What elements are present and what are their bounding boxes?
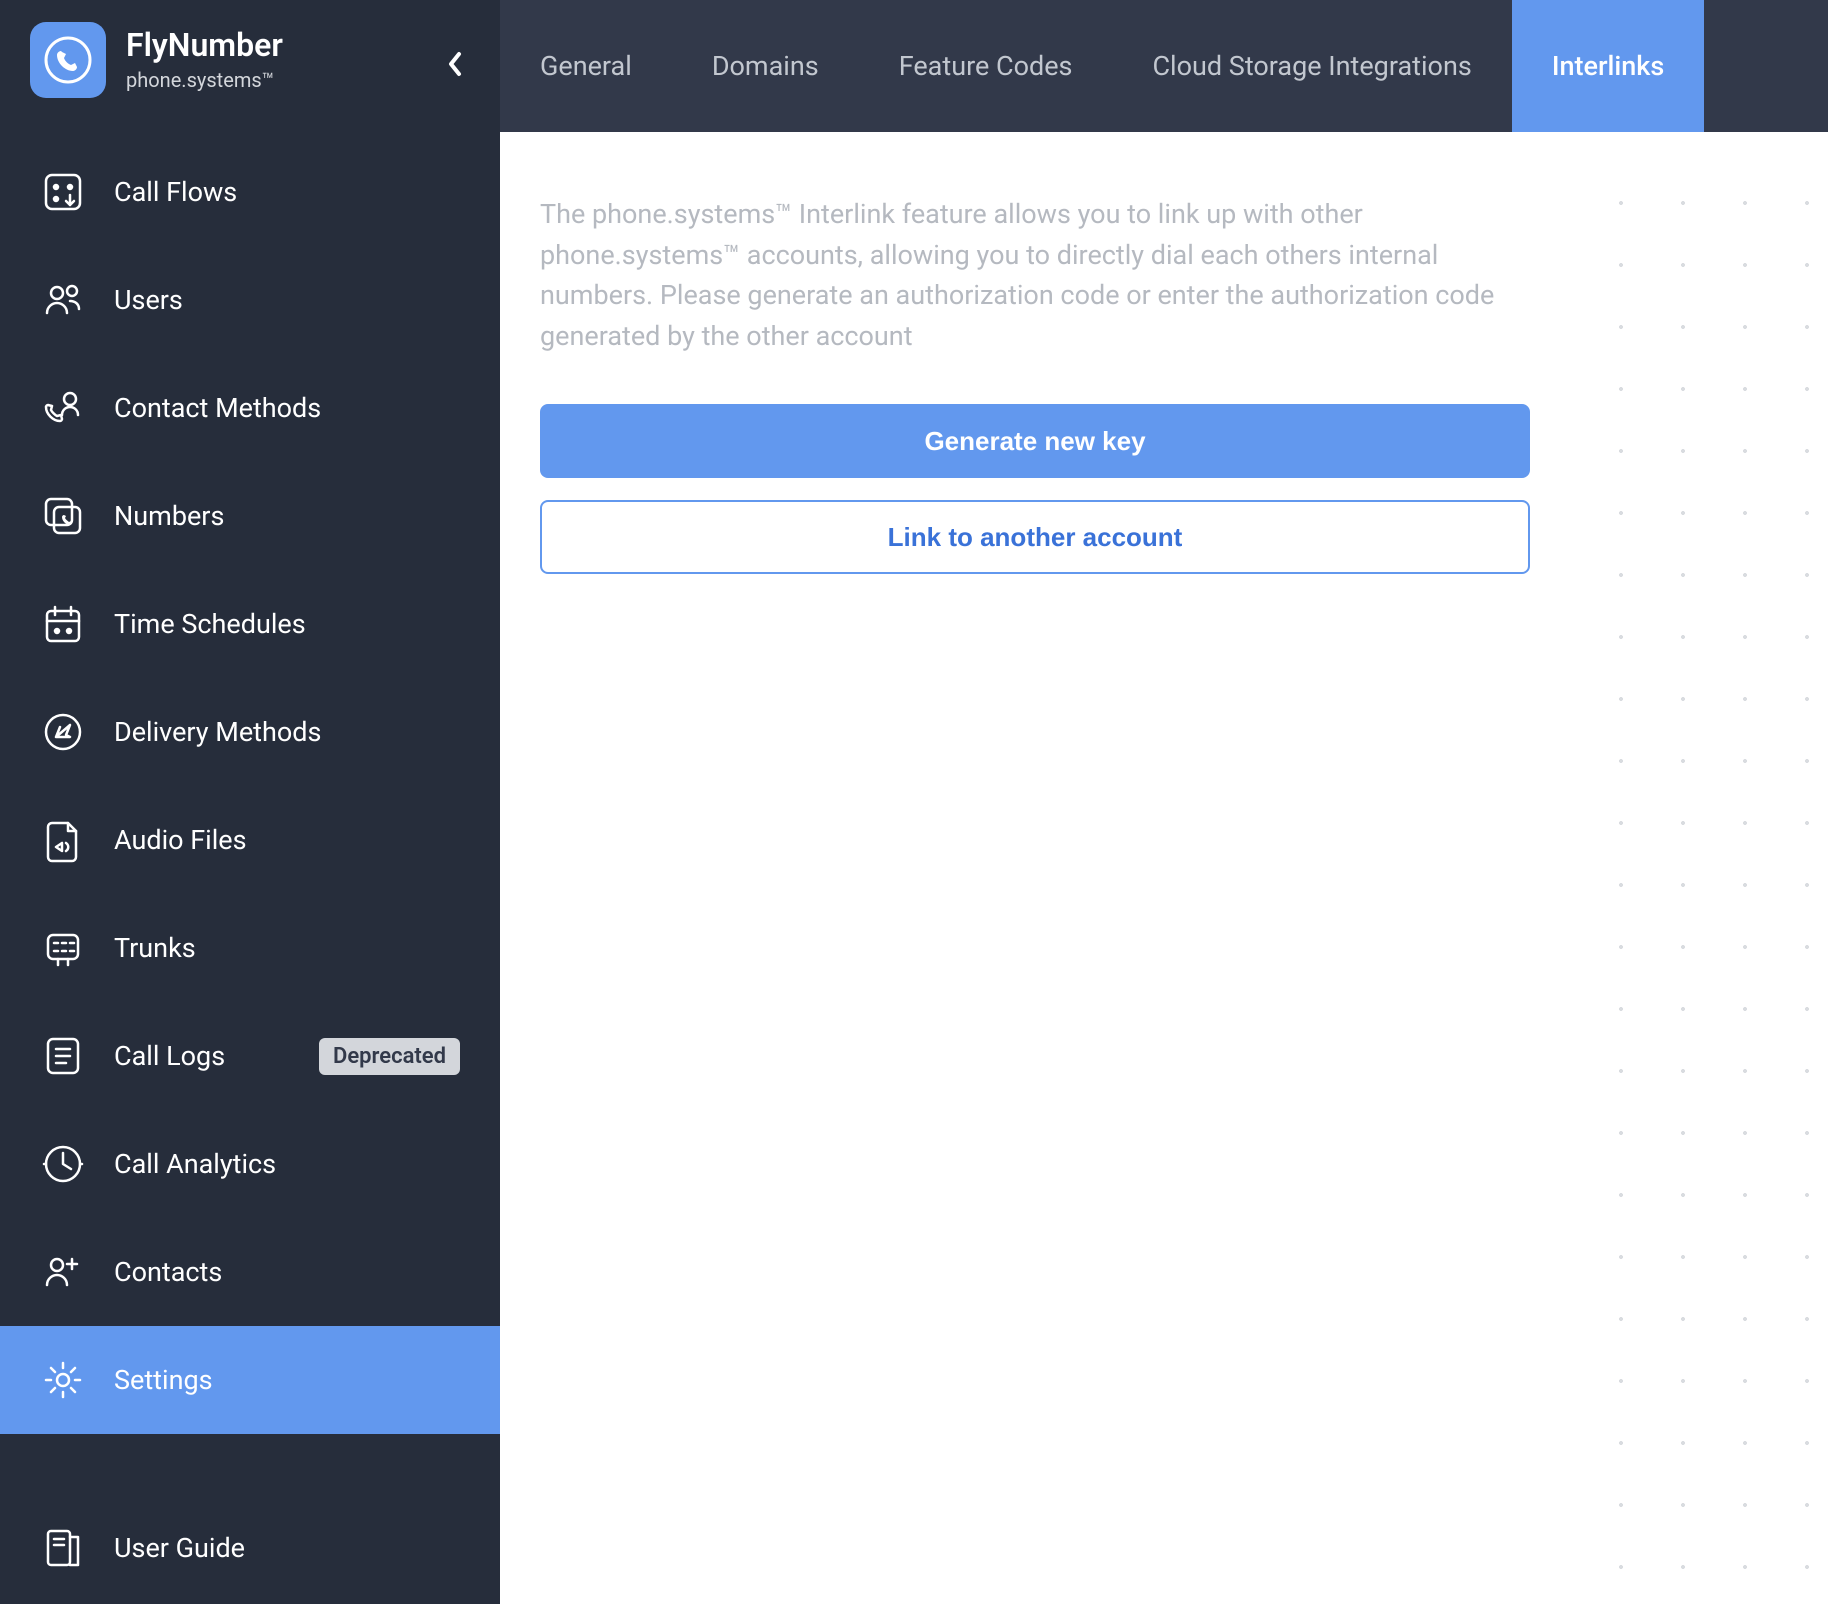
sidebar-item-label: Call Logs [114, 1040, 319, 1072]
logs-icon [40, 1033, 86, 1079]
interlinks-panel: The phone.systems™ Interlink feature all… [500, 132, 1570, 1604]
main-area: General Domains Feature Codes Cloud Stor… [500, 0, 1828, 1604]
canvas-background [1570, 132, 1828, 1604]
sidebar-item-call-logs[interactable]: Call Logs Deprecated [0, 1002, 500, 1110]
call-flows-icon [40, 169, 86, 215]
phone-icon [43, 35, 93, 85]
sidebar-item-label: Delivery Methods [114, 716, 460, 748]
sidebar-item-numbers[interactable]: Numbers [0, 462, 500, 570]
calendar-icon [40, 601, 86, 647]
sidebar-item-label: User Guide [114, 1532, 460, 1564]
sidebar-item-label: Contact Methods [114, 392, 460, 424]
sidebar-item-label: Contacts [114, 1256, 460, 1288]
sidebar-item-label: Audio Files [114, 824, 460, 856]
audio-file-icon [40, 817, 86, 863]
deprecated-badge: Deprecated [319, 1038, 460, 1075]
sidebar-item-contact-methods[interactable]: Contact Methods [0, 354, 500, 462]
link-to-another-account-button[interactable]: Link to another account [540, 500, 1530, 574]
sidebar-item-delivery-methods[interactable]: Delivery Methods [0, 678, 500, 786]
sidebar-header: FlyNumber phone.systems™ [0, 0, 500, 128]
numbers-icon [40, 493, 86, 539]
brand-subtitle: phone.systems™ [126, 68, 283, 92]
brand-title: FlyNumber [126, 28, 283, 63]
sidebar-item-label: Call Analytics [114, 1148, 460, 1180]
sidebar-item-label: Numbers [114, 500, 460, 532]
sidebar-item-user-guide[interactable]: User Guide [0, 1494, 500, 1602]
trunks-icon [40, 925, 86, 971]
guide-icon [40, 1525, 86, 1571]
collapse-sidebar-button[interactable] [440, 49, 470, 79]
chevron-left-icon [446, 50, 464, 78]
tab-domains[interactable]: Domains [672, 0, 859, 132]
tab-general[interactable]: General [500, 0, 672, 132]
content-area: The phone.systems™ Interlink feature all… [500, 132, 1828, 1604]
sidebar-item-audio-files[interactable]: Audio Files [0, 786, 500, 894]
sidebar-nav: Call Flows Users Contact [0, 128, 500, 1604]
users-icon [40, 277, 86, 323]
sidebar: FlyNumber phone.systems™ Call [0, 0, 500, 1604]
settings-tabs: General Domains Feature Codes Cloud Stor… [500, 0, 1828, 132]
contact-methods-icon [40, 385, 86, 431]
sidebar-item-label: Time Schedules [114, 608, 460, 640]
gear-icon [40, 1357, 86, 1403]
generate-new-key-button[interactable]: Generate new key [540, 404, 1530, 478]
contacts-icon [40, 1249, 86, 1295]
tab-feature-codes[interactable]: Feature Codes [859, 0, 1113, 132]
sidebar-item-label: Settings [114, 1364, 460, 1396]
sidebar-item-call-analytics[interactable]: Call Analytics [0, 1110, 500, 1218]
sidebar-item-time-schedules[interactable]: Time Schedules [0, 570, 500, 678]
delivery-icon [40, 709, 86, 755]
sidebar-item-contacts[interactable]: Contacts [0, 1218, 500, 1326]
sidebar-item-label: Call Flows [114, 176, 460, 208]
sidebar-item-call-flows[interactable]: Call Flows [0, 138, 500, 246]
tab-interlinks[interactable]: Interlinks [1512, 0, 1704, 132]
sidebar-item-label: Trunks [114, 932, 460, 964]
sidebar-item-users[interactable]: Users [0, 246, 500, 354]
brand: FlyNumber phone.systems™ [126, 28, 283, 91]
analytics-icon [40, 1141, 86, 1187]
tab-cloud-storage-integrations[interactable]: Cloud Storage Integrations [1112, 0, 1511, 132]
app-logo [30, 22, 106, 98]
interlinks-description: The phone.systems™ Interlink feature all… [540, 194, 1530, 356]
sidebar-item-trunks[interactable]: Trunks [0, 894, 500, 1002]
sidebar-item-label: Users [114, 284, 460, 316]
sidebar-item-settings[interactable]: Settings [0, 1326, 500, 1434]
